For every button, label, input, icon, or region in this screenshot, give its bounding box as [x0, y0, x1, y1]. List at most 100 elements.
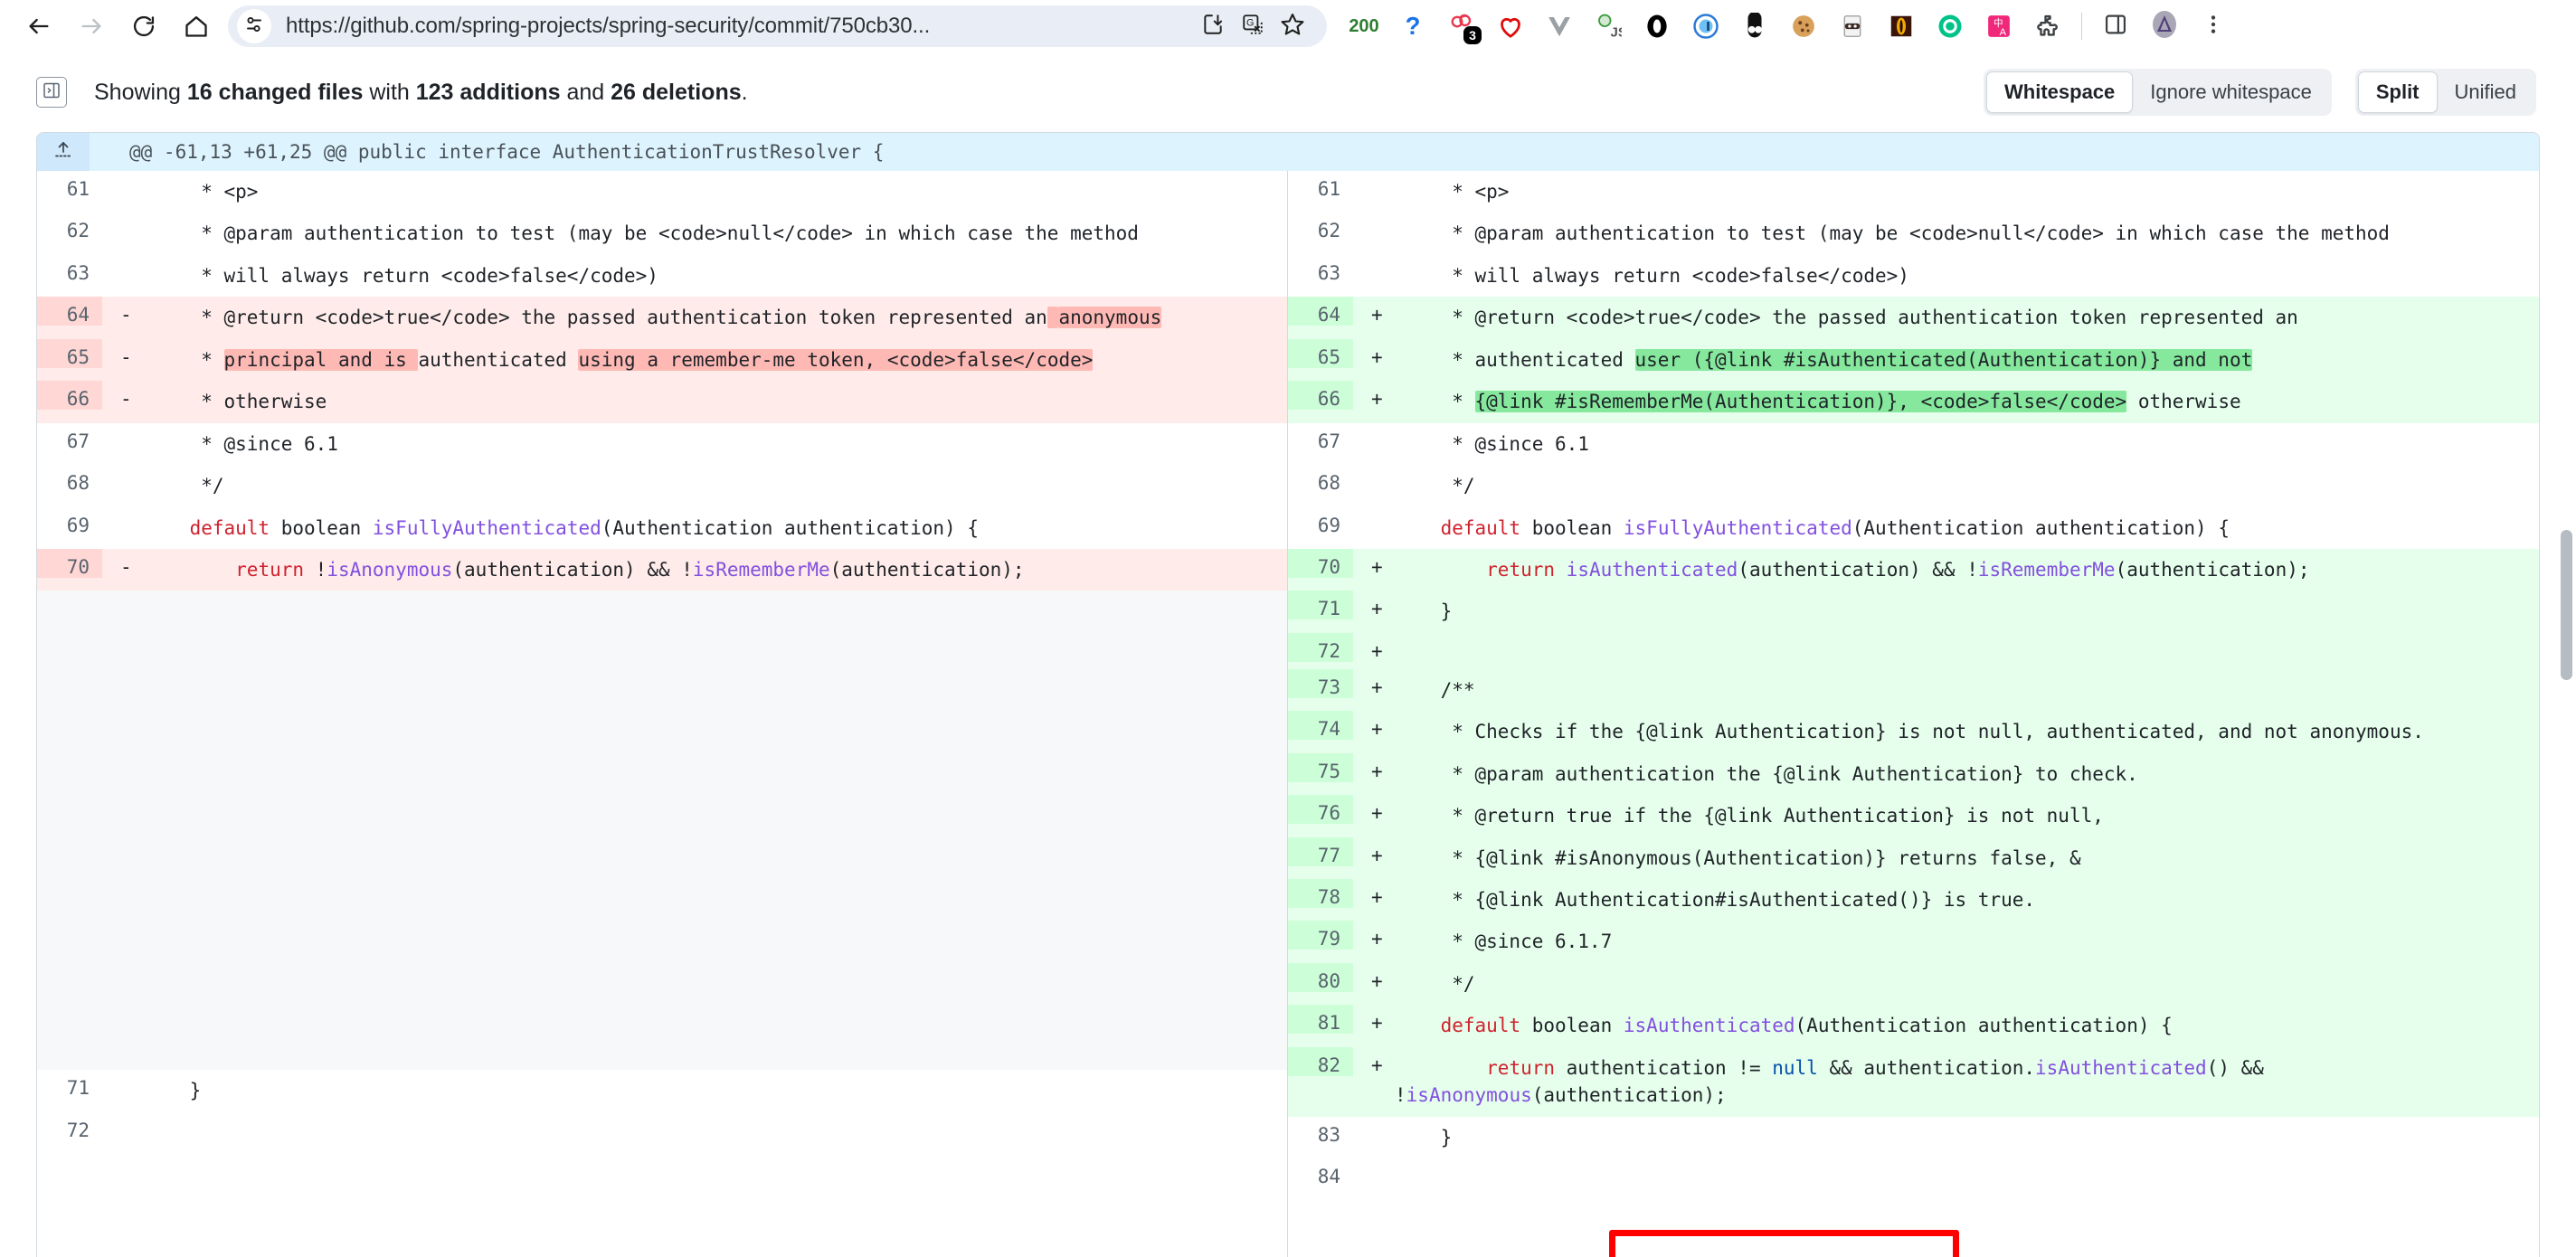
vue-devtools-icon[interactable] [1535, 5, 1584, 48]
line-number[interactable]: 74 [1288, 711, 1353, 741]
scrollbar-thumb[interactable] [2561, 530, 2572, 680]
diff-row[interactable]: 61 * <p> [37, 171, 1287, 213]
url-text[interactable]: https://github.com/spring-projects/sprin… [286, 14, 1193, 39]
line-number[interactable]: 68 [1288, 465, 1353, 494]
line-number[interactable]: 79 [1288, 921, 1353, 950]
line-number[interactable]: 65 [37, 338, 102, 368]
diff-row[interactable]: 76 + * @return true if the {@link Authent… [1288, 795, 2539, 837]
diff-row[interactable]: 68 */ [1288, 465, 2539, 507]
code-line[interactable]: * <p> [1395, 171, 2539, 213]
diff-row[interactable]: 66 + * {@link #isRememberMe(Authenticatio… [1288, 381, 2539, 423]
diff-row[interactable]: 69 default boolean isFullyAuthenticated(… [1288, 506, 2539, 549]
bandit-mask-extension-icon[interactable] [1828, 5, 1877, 48]
line-number[interactable]: 61 [37, 171, 102, 200]
diff-row[interactable]: 77 + * {@link #isAnonymous(Authentication… [1288, 836, 2539, 879]
line-number[interactable]: 62 [1288, 213, 1353, 241]
diff-row[interactable]: 73 + /** [1288, 668, 2539, 712]
puzzle-extension-icon[interactable] [2023, 5, 2072, 48]
heartbleed-extension-icon[interactable] [1486, 5, 1535, 48]
code-line[interactable]: * @since 6.1 [1395, 423, 2539, 465]
code-line[interactable]: * @param authentication to test (may be … [1395, 213, 2539, 254]
line-number[interactable]: 64 [1288, 297, 1353, 326]
code-line[interactable]: return isAuthenticated(authentication) &… [1395, 549, 2539, 591]
code-line[interactable]: * @since 6.1.7 [1395, 921, 2539, 962]
diff-row[interactable]: 65- * principal and is authenticated usi… [37, 338, 1287, 382]
diff-row[interactable]: 68 */ [37, 465, 1287, 507]
collapse-file-tree-button[interactable] [36, 77, 67, 108]
code-line[interactable]: default boolean isFullyAuthenticated(Aut… [144, 507, 1287, 549]
diff-row[interactable]: 70 + return isAuthenticated(authenticatio… [1288, 548, 2539, 591]
diff-row[interactable]: 64 + * @return <code>true</code> the pass… [1288, 297, 2539, 339]
code-line[interactable]: * @return <code>true</code> the passed a… [1395, 297, 2539, 338]
code-line[interactable]: } [1395, 1117, 2539, 1158]
line-number[interactable]: 63 [37, 255, 102, 284]
code-line[interactable]: } [144, 1070, 1287, 1111]
javascript-extension-icon[interactable]: JS [1584, 5, 1633, 48]
site-settings-button[interactable] [237, 9, 271, 43]
code-line[interactable]: * <p> [144, 171, 1287, 213]
diff-row[interactable]: 83 } [1288, 1116, 2539, 1159]
address-bar[interactable]: https://github.com/spring-projects/sprin… [228, 5, 1327, 47]
diff-row[interactable]: 63 * will always return <code>false</cod… [1288, 254, 2539, 298]
code-line[interactable]: */ [1395, 465, 2539, 506]
diff-row[interactable]: 71 + } [1288, 591, 2539, 633]
code-line[interactable]: * authenticated user ({@link #isAuthenti… [1395, 339, 2539, 381]
line-number[interactable]: 65 [1288, 338, 1353, 368]
diff-row[interactable]: 82 + return authentication != null && aut… [1288, 1046, 2539, 1117]
line-number[interactable]: 77 [1288, 836, 1353, 866]
line-number[interactable]: 84 [1288, 1158, 1353, 1187]
line-number[interactable]: 78 [1288, 879, 1353, 908]
code-line[interactable] [144, 1112, 1287, 1127]
diff-row[interactable]: 79 + * @since 6.1.7 [1288, 921, 2539, 963]
code-line[interactable] [144, 591, 1287, 605]
diff-row[interactable]: 69 default boolean isFullyAuthenticated(… [37, 506, 1287, 549]
diff-row[interactable]: 62 * @param authentication to test (may … [37, 213, 1287, 255]
code-line[interactable]: * {@link #isRememberMe(Authentication)},… [1395, 381, 2539, 422]
reload-button[interactable] [118, 5, 170, 48]
diff-row[interactable]: 67 * @since 6.1 [1288, 422, 2539, 466]
code-line[interactable] [1395, 633, 2539, 647]
code-line[interactable]: default boolean isAuthenticated(Authenti… [1395, 1005, 2539, 1046]
cherries-extension-icon[interactable]: 3 [1437, 5, 1486, 48]
code-line[interactable]: } [1395, 591, 2539, 632]
diff-row[interactable]: 71 } [37, 1070, 1287, 1112]
diff-row[interactable]: 80 + */ [1288, 962, 2539, 1006]
diff-row[interactable]: 84 [1288, 1158, 2539, 1196]
code-line[interactable]: return authentication != null && authent… [1395, 1047, 2539, 1117]
line-number[interactable]: 71 [1288, 591, 1353, 620]
code-line[interactable]: * @return <code>true</code> the passed a… [144, 297, 1287, 338]
diff-row[interactable] [37, 591, 1287, 1071]
line-number[interactable]: 63 [1288, 255, 1353, 284]
line-number[interactable]: 83 [1288, 1117, 1353, 1146]
diff-row[interactable]: 70- return !isAnonymous(authentication) … [37, 548, 1287, 591]
opera-ring-extension-icon[interactable] [1633, 5, 1681, 48]
line-number[interactable]: 67 [1288, 423, 1353, 452]
side-panel-button[interactable] [2091, 5, 2140, 48]
line-number[interactable]: 69 [37, 507, 102, 536]
code-line[interactable] [1395, 1158, 2539, 1173]
dark-reader-extension-icon[interactable] [1730, 5, 1779, 48]
code-line[interactable]: * Checks if the {@link Authentication} i… [1395, 711, 2539, 752]
whitespace-option[interactable]: Whitespace [1986, 71, 2134, 113]
diff-row[interactable]: 67 * @since 6.1 [37, 422, 1287, 466]
code-line[interactable]: * will always return <code>false</code>) [144, 255, 1287, 297]
line-number[interactable]: 70 [37, 548, 102, 578]
code-line[interactable]: default boolean isFullyAuthenticated(Aut… [1395, 507, 2539, 549]
code-line[interactable]: * will always return <code>false</code>) [1395, 255, 2539, 297]
refresh-loop-extension-icon[interactable] [1926, 5, 1975, 48]
code-line[interactable]: * otherwise [144, 381, 1287, 422]
code-line[interactable]: return !isAnonymous(authentication) && !… [144, 549, 1287, 591]
diff-row[interactable]: 65 + * authenticated user ({@link #isAuth… [1288, 338, 2539, 382]
code-line[interactable]: * @since 6.1 [144, 423, 1287, 465]
line-number[interactable]: 72 [37, 1112, 102, 1141]
line-number[interactable]: 66 [1288, 381, 1353, 411]
back-button[interactable] [13, 5, 65, 48]
ignore-whitespace-option[interactable]: Ignore whitespace [2133, 71, 2329, 113]
line-number[interactable]: 81 [1288, 1005, 1353, 1035]
unified-view-option[interactable]: Unified [2438, 71, 2533, 113]
line-number[interactable]: 67 [37, 423, 102, 452]
browser-menu-button[interactable] [2189, 5, 2238, 48]
profile-button[interactable] [2140, 5, 2189, 48]
line-number[interactable]: 70 [1288, 548, 1353, 578]
question-mark-extension-icon[interactable]: ? [1388, 5, 1437, 48]
